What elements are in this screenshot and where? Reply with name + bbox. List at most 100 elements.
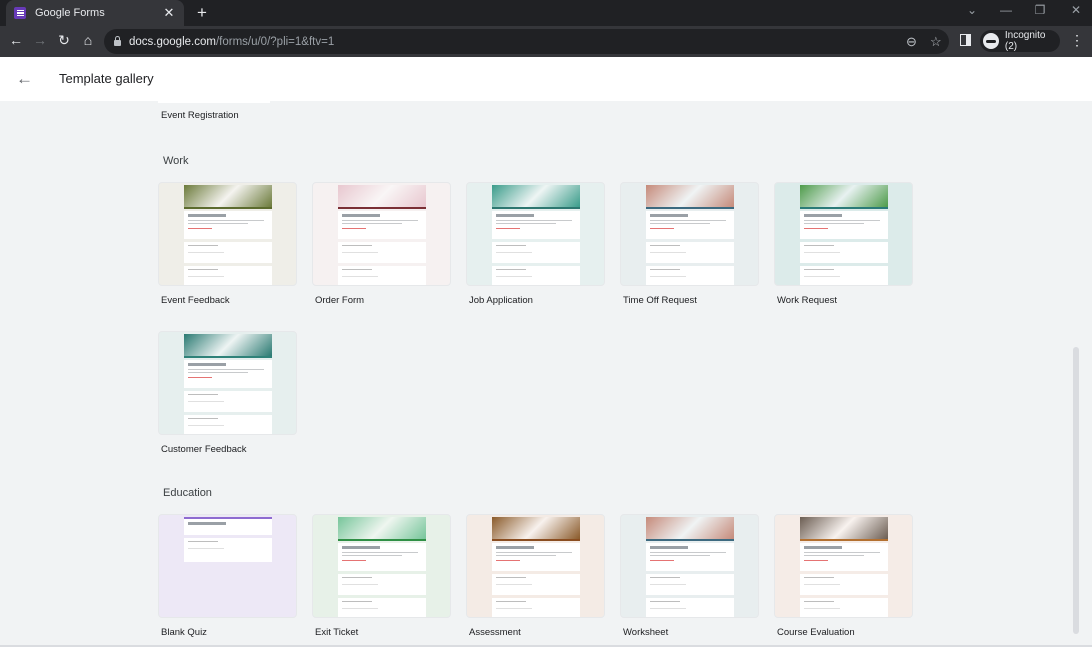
question-block — [492, 266, 580, 285]
side-panel-icon[interactable] — [960, 34, 971, 46]
page-title: Template gallery — [59, 71, 154, 86]
home-icon[interactable]: ⌂ — [79, 32, 97, 48]
header-image — [646, 517, 734, 539]
header-image — [184, 185, 272, 207]
template-card-event-feedback[interactable]: Event Feedback — [158, 182, 298, 306]
template-label-event-registration[interactable]: Event Registration — [161, 110, 239, 121]
question-block — [338, 574, 426, 595]
template-card-order-form[interactable]: Order Form — [312, 182, 452, 306]
address-bar[interactable]: docs.google.com/forms/u/0/?pli=1&ftv=1 ⊖… — [104, 29, 949, 54]
url-path: /forms/u/0/?pli=1&ftv=1 — [215, 35, 335, 48]
template-label[interactable]: Exit Ticket — [315, 627, 452, 638]
template-label[interactable]: Work Request — [777, 295, 914, 306]
question-block — [338, 242, 426, 263]
question-block — [184, 415, 272, 434]
form-title-block — [492, 543, 580, 571]
chrome-menu-icon[interactable]: ⋮ — [1070, 32, 1084, 49]
template-label[interactable]: Order Form — [315, 295, 452, 306]
form-preview — [800, 517, 888, 617]
forward-icon[interactable]: → — [31, 32, 49, 48]
template-thumbnail[interactable] — [774, 182, 913, 286]
bookmark-star-icon[interactable]: ☆ — [930, 34, 942, 50]
theme-stripe — [492, 539, 580, 541]
question-block — [184, 242, 272, 263]
form-preview — [338, 185, 426, 285]
template-card-job-application[interactable]: Job Application — [466, 182, 606, 306]
form-preview — [492, 517, 580, 617]
template-thumbnail[interactable] — [158, 514, 297, 618]
new-tab-button[interactable]: + — [193, 3, 211, 23]
header-image — [800, 185, 888, 207]
question-block — [800, 242, 888, 263]
theme-stripe — [184, 356, 272, 358]
theme-stripe — [492, 207, 580, 209]
template-card-exit-ticket[interactable]: Exit Ticket — [312, 514, 452, 638]
google-forms-favicon-icon — [14, 7, 26, 19]
template-label[interactable]: Time Off Request — [623, 295, 760, 306]
template-card-course-evaluation[interactable]: Course Evaluation — [774, 514, 914, 638]
minimize-button[interactable]: — — [998, 3, 1014, 17]
scrollbar-thumb[interactable] — [1073, 347, 1079, 634]
template-card-assessment[interactable]: Assessment — [466, 514, 606, 638]
template-thumbnail[interactable] — [774, 514, 913, 618]
header-image — [184, 334, 272, 356]
form-preview — [800, 185, 888, 285]
tab-close-icon[interactable]: ✕ — [162, 5, 176, 21]
question-block — [646, 266, 734, 285]
back-arrow-icon[interactable]: ← — [16, 69, 34, 89]
theme-stripe — [800, 539, 888, 541]
form-title-block — [184, 519, 272, 535]
lock-icon[interactable] — [114, 36, 121, 46]
question-block — [492, 242, 580, 263]
theme-stripe — [800, 207, 888, 209]
incognito-label: Incognito (2) — [1004, 30, 1046, 52]
partial-card-edge — [158, 101, 270, 103]
form-title-block — [338, 211, 426, 239]
section-title-work: Work — [163, 155, 189, 167]
template-thumbnail[interactable] — [466, 514, 605, 618]
close-window-button[interactable]: ✕ — [1068, 3, 1084, 17]
incognito-profile-button[interactable]: Incognito (2) — [980, 30, 1060, 52]
back-icon[interactable]: ← — [7, 32, 25, 48]
form-title-block — [184, 211, 272, 239]
template-card-customer-feedback[interactable]: Customer Feedback — [158, 331, 298, 455]
template-card-blank-quiz[interactable]: Blank Quiz — [158, 514, 298, 638]
browser-tab[interactable]: Google Forms ✕ — [6, 0, 184, 26]
template-label[interactable]: Job Application — [469, 295, 606, 306]
question-block — [800, 574, 888, 595]
zoom-icon[interactable]: ⊖ — [906, 34, 917, 50]
template-thumbnail[interactable] — [620, 182, 759, 286]
template-label[interactable]: Assessment — [469, 627, 606, 638]
tab-title: Google Forms — [35, 7, 105, 19]
question-block — [492, 574, 580, 595]
form-preview — [646, 185, 734, 285]
header-image — [492, 517, 580, 539]
question-block — [800, 266, 888, 285]
template-thumbnail[interactable] — [312, 182, 451, 286]
question-block — [184, 538, 272, 562]
template-thumbnail[interactable] — [312, 514, 451, 618]
app-header: ← Template gallery — [0, 57, 1092, 101]
reload-icon[interactable]: ↻ — [55, 32, 73, 49]
template-thumbnail[interactable] — [158, 331, 297, 435]
template-label[interactable]: Course Evaluation — [777, 627, 914, 638]
template-thumbnail[interactable] — [620, 514, 759, 618]
tab-search-icon[interactable]: ⌄ — [964, 3, 980, 17]
form-preview — [492, 185, 580, 285]
template-thumbnail[interactable] — [466, 182, 605, 286]
form-title-block — [800, 211, 888, 239]
template-label[interactable]: Event Feedback — [161, 295, 298, 306]
template-label[interactable]: Worksheet — [623, 627, 760, 638]
theme-stripe — [646, 539, 734, 541]
template-card-time-off-request[interactable]: Time Off Request — [620, 182, 760, 306]
theme-stripe — [338, 539, 426, 541]
restore-button[interactable]: ❐ — [1032, 3, 1048, 17]
form-preview — [338, 517, 426, 617]
template-label[interactable]: Blank Quiz — [161, 627, 298, 638]
form-title-block — [338, 543, 426, 571]
template-card-work-request[interactable]: Work Request — [774, 182, 914, 306]
template-label[interactable]: Customer Feedback — [161, 444, 298, 455]
template-card-worksheet[interactable]: Worksheet — [620, 514, 760, 638]
question-block — [646, 598, 734, 617]
template-thumbnail[interactable] — [158, 182, 297, 286]
